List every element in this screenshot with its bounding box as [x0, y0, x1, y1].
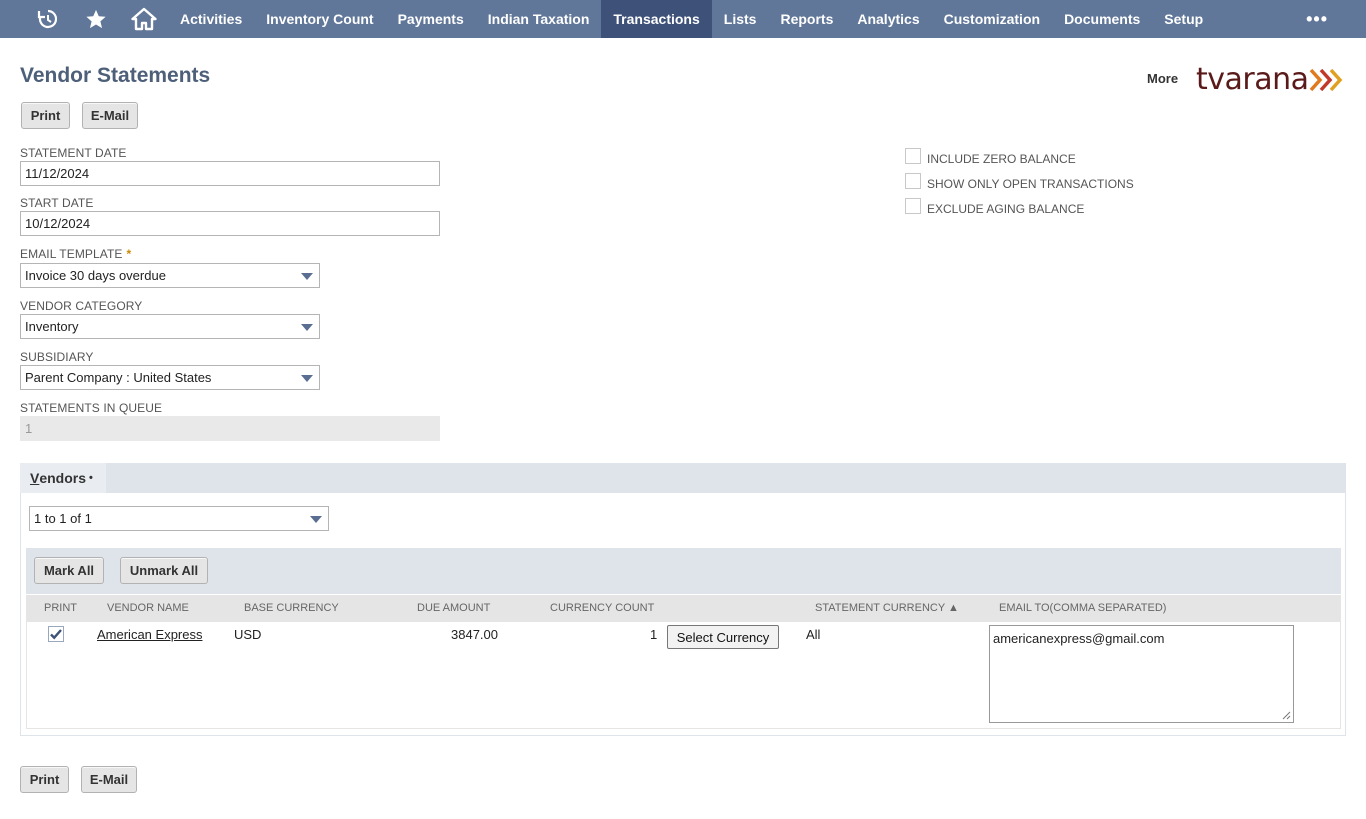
- start-date-label: START DATE: [20, 196, 94, 210]
- statements-in-queue-label: STATEMENTS IN QUEUE: [20, 401, 163, 415]
- include-zero-balance-label: INCLUDE ZERO BALANCE: [927, 152, 1076, 166]
- base-currency-cell: USD: [234, 627, 262, 642]
- email-button-bottom[interactable]: E-Mail: [81, 766, 137, 793]
- logo-text: tvarana: [1196, 62, 1309, 97]
- show-only-open-checkbox[interactable]: [905, 173, 921, 189]
- nav-reports[interactable]: Reports: [768, 0, 845, 38]
- exclude-aging-option[interactable]: EXCLUDE AGING BALANCE: [905, 198, 1085, 217]
- email-template-value: Invoice 30 days overdue: [25, 268, 166, 283]
- subsidiary-label: SUBSIDIARY: [20, 350, 94, 364]
- print-button-bottom[interactable]: Print: [20, 766, 69, 793]
- home-icon[interactable]: [120, 0, 168, 38]
- chevron-down-icon: [301, 324, 313, 331]
- col-currency-count[interactable]: CURRENCY COUNT: [550, 602, 654, 614]
- subsidiary-value: Parent Company : United States: [25, 370, 212, 385]
- more-menu-icon[interactable]: •••: [1306, 0, 1328, 38]
- col-statement-currency[interactable]: STATEMENT CURRENCY ▲: [815, 602, 959, 614]
- pager-select[interactable]: 1 to 1 of 1: [29, 506, 329, 531]
- statement-date-label: STATEMENT DATE: [20, 146, 127, 160]
- currency-count-cell: 1: [650, 627, 658, 642]
- mark-all-button[interactable]: Mark All: [34, 557, 104, 584]
- vendor-category-value: Inventory: [25, 319, 79, 334]
- row-print-checkbox[interactable]: [48, 626, 64, 642]
- unmark-all-button[interactable]: Unmark All: [120, 557, 208, 584]
- pager-value: 1 to 1 of 1: [34, 511, 92, 526]
- nav-inventory-count[interactable]: Inventory Count: [254, 0, 385, 38]
- chevron-down-icon: [301, 273, 313, 280]
- chevron-down-icon: [301, 375, 313, 382]
- nav-lists[interactable]: Lists: [712, 0, 769, 38]
- nav-activities[interactable]: Activities: [168, 0, 254, 38]
- statement-date-field[interactable]: 11/12/2024: [20, 161, 440, 186]
- include-zero-balance-option[interactable]: INCLUDE ZERO BALANCE: [905, 148, 1076, 167]
- checkmark-icon: [50, 629, 62, 640]
- statement-currency-cell: All: [806, 627, 821, 642]
- include-zero-balance-checkbox[interactable]: [905, 148, 921, 164]
- show-only-open-label: SHOW ONLY OPEN TRANSACTIONS: [927, 177, 1134, 191]
- page-title: Vendor Statements: [20, 64, 211, 87]
- start-date-field[interactable]: 10/12/2024: [20, 211, 440, 236]
- exclude-aging-label: EXCLUDE AGING BALANCE: [927, 202, 1085, 216]
- email-template-select[interactable]: Invoice 30 days overdue: [20, 263, 320, 288]
- col-email-to[interactable]: EMAIL TO(COMMA SEPARATED): [999, 602, 1166, 614]
- subtab-bar: [20, 463, 1346, 493]
- col-vendor-name[interactable]: VENDOR NAME: [107, 602, 189, 614]
- top-navigation: Activities Inventory Count Payments Indi…: [0, 0, 1366, 38]
- statements-in-queue-field: 1: [20, 416, 440, 441]
- nav-indian-taxation[interactable]: Indian Taxation: [476, 0, 602, 38]
- nav-customization[interactable]: Customization: [932, 0, 1052, 38]
- nav-analytics[interactable]: Analytics: [845, 0, 931, 38]
- email-template-label-text: EMAIL TEMPLATE: [20, 247, 123, 261]
- email-to-value: americanexpress@gmail.com: [993, 631, 1165, 646]
- exclude-aging-checkbox[interactable]: [905, 198, 921, 214]
- select-currency-button[interactable]: Select Currency: [667, 625, 779, 649]
- star-icon[interactable]: [72, 0, 120, 38]
- recent-icon[interactable]: [24, 0, 72, 38]
- nav-documents[interactable]: Documents: [1052, 0, 1152, 38]
- resize-grip-icon[interactable]: [1282, 711, 1291, 720]
- nav-transactions[interactable]: Transactions: [601, 0, 712, 38]
- list-toolbar: [26, 548, 1341, 594]
- tab-vendors[interactable]: Vendors •: [20, 463, 106, 493]
- due-amount-cell: 3847.00: [451, 627, 498, 642]
- required-mark: *: [126, 247, 132, 261]
- col-print[interactable]: PRINT: [44, 602, 77, 614]
- tab-vendors-label: endors: [39, 470, 87, 486]
- vendor-category-select[interactable]: Inventory: [20, 314, 320, 339]
- tab-vendors-dot: •: [89, 472, 93, 484]
- nav-payments[interactable]: Payments: [386, 0, 476, 38]
- subsidiary-select[interactable]: Parent Company : United States: [20, 365, 320, 390]
- nav-setup[interactable]: Setup: [1152, 0, 1215, 38]
- logo-chevrons-icon: [1309, 68, 1342, 91]
- email-button-top[interactable]: E-Mail: [82, 102, 138, 129]
- show-only-open-option[interactable]: SHOW ONLY OPEN TRANSACTIONS: [905, 173, 1134, 192]
- email-template-label: EMAIL TEMPLATE *: [20, 247, 131, 261]
- print-button-top[interactable]: Print: [21, 102, 70, 129]
- col-due-amount[interactable]: DUE AMOUNT: [417, 602, 490, 614]
- vendor-category-label: VENDOR CATEGORY: [20, 299, 143, 313]
- col-base-currency[interactable]: BASE CURRENCY: [244, 602, 339, 614]
- more-link[interactable]: More: [1147, 71, 1178, 86]
- chevron-down-icon: [310, 516, 322, 523]
- vendor-name-link[interactable]: American Express: [97, 627, 202, 642]
- company-logo: tvarana: [1196, 62, 1345, 97]
- tab-vendors-accesskey: V: [30, 470, 40, 486]
- email-to-textarea[interactable]: americanexpress@gmail.com: [989, 625, 1294, 723]
